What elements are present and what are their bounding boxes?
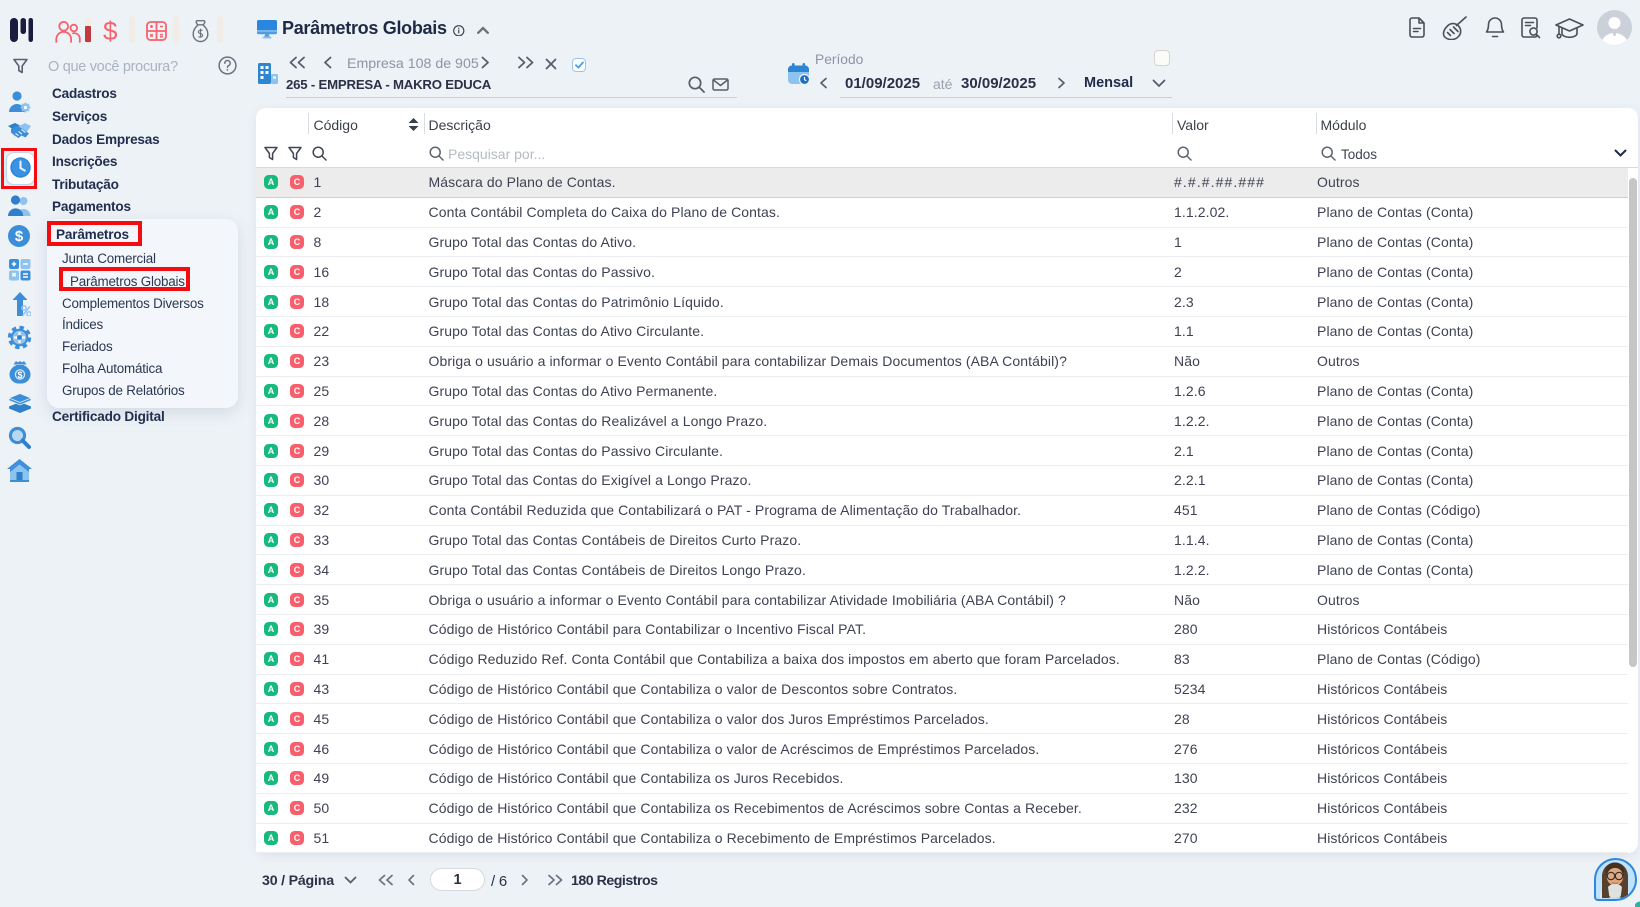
svg-text:$: $ bbox=[17, 370, 22, 380]
svg-text:$: $ bbox=[15, 228, 24, 245]
